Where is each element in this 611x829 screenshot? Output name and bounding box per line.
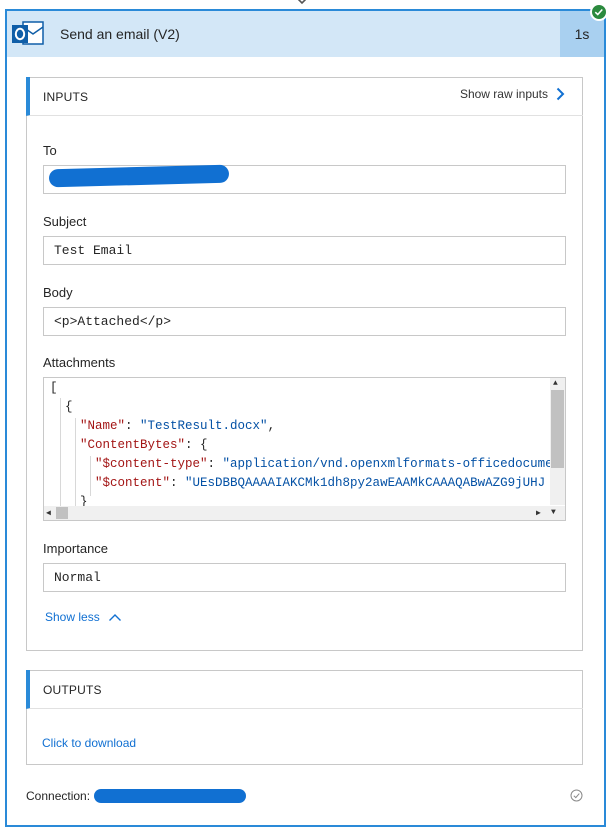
importance-field[interactable]: Normal [43, 563, 566, 592]
outputs-header: OUTPUTS [26, 670, 583, 709]
horizontal-scrollbar[interactable]: ◀ ▶ ▼ [44, 506, 565, 520]
success-check-icon [590, 3, 608, 21]
attachments-code-editor[interactable]: [ { "Name": "TestResult.docx", "ContentB… [43, 377, 566, 521]
code-line: "ContentBytes": { [80, 438, 208, 452]
outputs-panel: OUTPUTS Click to download [26, 670, 583, 765]
action-card: Send an email (V2) 1s INPUTS Show raw in… [5, 9, 606, 827]
vertical-scroll-thumb[interactable] [551, 390, 564, 468]
importance-value: Normal [54, 570, 101, 585]
inputs-panel: INPUTS Show raw inputs To Subject Test E… [26, 77, 583, 651]
vertical-scrollbar[interactable]: ▲ [550, 378, 565, 505]
chevron-up-icon [108, 613, 121, 621]
subject-label: Subject [43, 214, 87, 229]
body-value: <p>Attached</p> [54, 314, 172, 329]
connection-status-check-icon [570, 789, 583, 802]
outputs-title: OUTPUTS [43, 683, 102, 697]
scroll-left-icon[interactable]: ◀ [46, 508, 51, 518]
code-line: [ [50, 381, 58, 395]
click-to-download-link[interactable]: Click to download [42, 736, 136, 750]
chevron-right-icon [556, 87, 565, 101]
code-line: "$content-type": "application/vnd.openxm… [95, 457, 553, 471]
show-less-label: Show less [45, 610, 100, 624]
scroll-right-icon[interactable]: ▶ [536, 508, 541, 518]
show-raw-inputs-link[interactable]: Show raw inputs [460, 87, 565, 101]
body-field[interactable]: <p>Attached</p> [43, 307, 566, 336]
importance-label: Importance [43, 541, 109, 556]
inputs-header: INPUTS Show raw inputs [26, 77, 583, 116]
subject-field[interactable]: Test Email [43, 236, 566, 265]
indent-guide [90, 456, 91, 496]
code-line: "Name": "TestResult.docx", [80, 419, 276, 433]
flow-connector-arrow-icon [297, 0, 307, 5]
indent-guide [75, 418, 76, 516]
subject-value: Test Email [54, 243, 133, 258]
action-title: Send an email (V2) [60, 26, 180, 42]
show-raw-inputs-label: Show raw inputs [459, 87, 548, 101]
redaction-mark [94, 789, 246, 803]
indent-guide [60, 398, 61, 516]
attachments-label: Attachments [43, 355, 116, 370]
inputs-title: INPUTS [43, 90, 89, 104]
scroll-up-icon[interactable]: ▲ [553, 379, 558, 388]
body-label: Body [43, 285, 73, 300]
to-label: To [43, 143, 57, 158]
action-header[interactable]: Send an email (V2) 1s [7, 11, 604, 57]
connection-label: Connection: [26, 789, 91, 803]
show-less-link[interactable]: Show less [45, 610, 122, 624]
scroll-down-icon[interactable]: ▼ [551, 508, 556, 517]
code-line: { [65, 400, 73, 414]
code-line: "$content": "UEsDBBQAAAAIAKCMk1dh8py2awE… [95, 476, 546, 490]
outlook-icon [12, 21, 44, 45]
horizontal-scroll-thumb[interactable] [56, 507, 68, 519]
